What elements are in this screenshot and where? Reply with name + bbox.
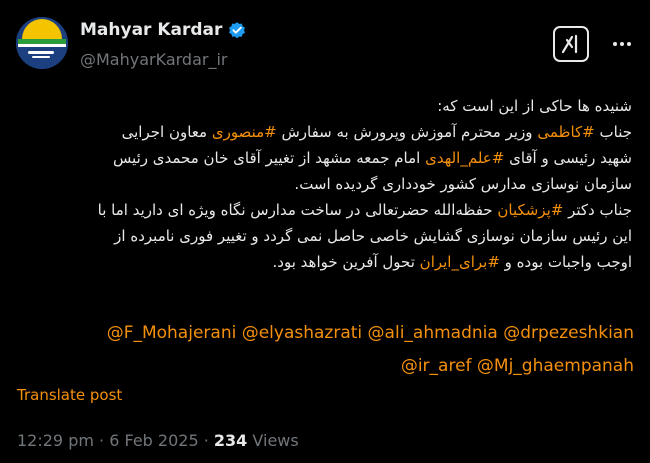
hashtag-link[interactable]: #منصوری — [212, 123, 277, 141]
author-handle[interactable]: @MahyarKardar_ir — [80, 50, 227, 69]
hashtag-link[interactable]: #علم_الهدی — [425, 149, 504, 167]
post-text-segment: تحول آفرین خواهد بود. — [272, 253, 420, 271]
post-text-segment: شنیده ها حاکی از این است که: — [437, 97, 632, 115]
author-name-row: Mahyar Kardar — [80, 20, 247, 40]
post-line: سازمان نوسازی مدارس کشور خودداری گردیده … — [14, 171, 632, 197]
post-text-segment: این رئیس سازمان نوسازی گشایش خاصی حاصل ن… — [114, 227, 632, 245]
post-text-segment: امام جمعه مشهد از تغییر آقای خان محمدی ر… — [112, 149, 426, 167]
post-line: جناب #کاظمی وزیر محترم آموزش وپرورش به س… — [14, 119, 632, 145]
views-count: 234 — [213, 431, 248, 450]
hashtag-link[interactable]: #کاظمی — [537, 123, 594, 141]
post-meta: 12:29 pm · 6 Feb 2025 · 234 Views — [17, 431, 299, 450]
post-line: شنیده ها حاکی از این است که: — [14, 93, 632, 119]
post-line: شهید رئیسی و آقای #علم_الهدی امام جمعه م… — [14, 145, 632, 171]
post-time[interactable]: 12:29 pm — [17, 431, 94, 450]
post-text-segment: جناب — [594, 123, 633, 141]
post-line: اوجب واجبات بوده و #برای_ایران تحول آفری… — [14, 249, 632, 275]
hashtag-link[interactable]: #برای_ایران — [420, 253, 500, 271]
grok-icon — [561, 34, 578, 54]
views-label: Views — [252, 431, 299, 450]
post-text-segment: معاون اجرایی — [121, 123, 212, 141]
post-date[interactable]: 6 Feb 2025 — [109, 431, 198, 450]
mention-line[interactable]: @ir_aref @Mj_ghaempanah — [16, 350, 634, 383]
grok-button[interactable] — [553, 26, 589, 62]
avatar[interactable] — [16, 17, 68, 69]
hashtag-link[interactable]: #پزشکیان — [497, 201, 563, 219]
post-text-segment: اوجب واجبات بوده و — [499, 253, 632, 271]
meta-separator: · — [99, 431, 105, 450]
meta-separator: · — [203, 431, 209, 450]
translate-post-link[interactable]: Translate post — [17, 386, 122, 404]
verified-badge-icon — [229, 22, 246, 39]
post-mentions: @F_Mohajerani @elyashazrati @ali_ahmadni… — [16, 317, 634, 383]
post-text: شنیده ها حاکی از این است که: جناب #کاظمی … — [14, 93, 632, 275]
post-text-segment: جناب دکتر — [563, 201, 632, 219]
post-text-segment: حفظه‌الله حضرتعالی در ساخت مدارس نگاه وی… — [97, 201, 498, 219]
author-name[interactable]: Mahyar Kardar — [80, 20, 222, 40]
post-text-segment: وزیر محترم آموزش وپرورش به سفارش — [276, 123, 538, 141]
more-options-button[interactable] — [610, 32, 634, 56]
avatar-logo — [16, 17, 68, 69]
post-line: این رئیس سازمان نوسازی گشایش خاصی حاصل ن… — [14, 223, 632, 249]
mention-line[interactable]: @F_Mohajerani @elyashazrati @ali_ahmadni… — [16, 317, 634, 350]
more-options-icon — [613, 42, 631, 46]
post-text-segment: شهید رئیسی و آقای — [504, 149, 632, 167]
post-line: جناب دکتر #پزشکیان حفظه‌الله حضرتعالی در… — [14, 197, 632, 223]
post-text-segment: سازمان نوسازی مدارس کشور خودداری گردیده … — [294, 175, 632, 193]
